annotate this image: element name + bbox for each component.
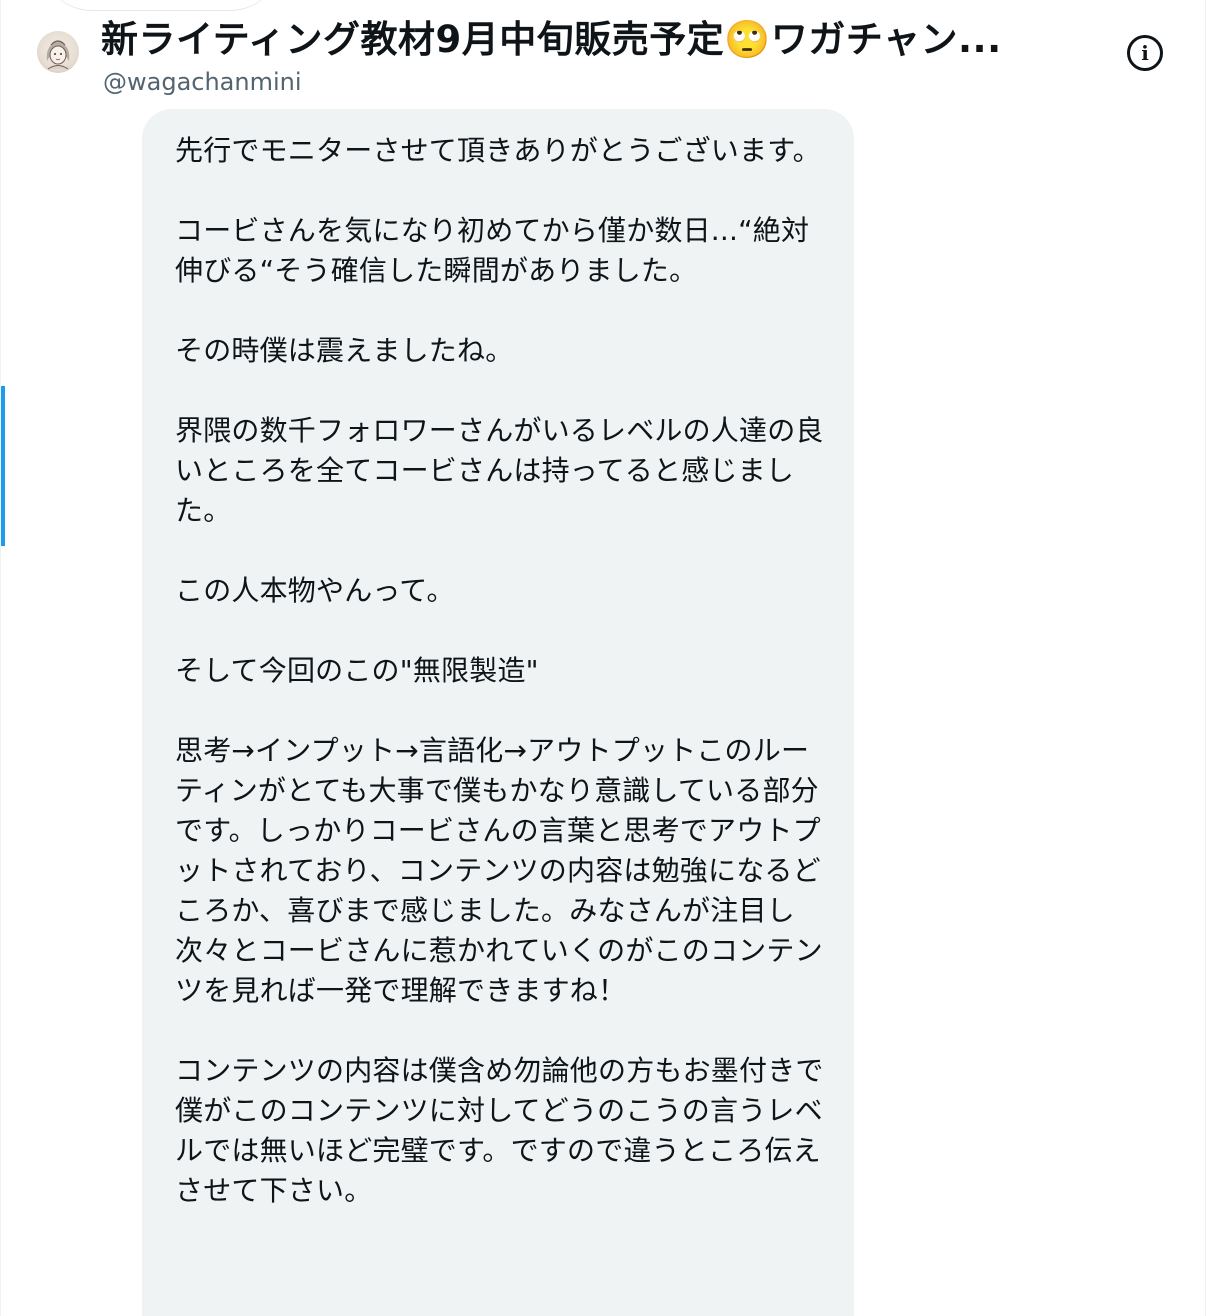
dm-conversation-view: 新ライティング教材9月中旬販売予定🙄ワガチャン... @wagachanmini… xyxy=(0,0,1206,1316)
info-icon[interactable]: i xyxy=(1127,35,1163,71)
info-glyph: i xyxy=(1141,41,1149,65)
conversation-title[interactable]: 新ライティング教材9月中旬販売予定🙄ワガチャン... xyxy=(101,12,1101,68)
scroll-indicator xyxy=(1,386,5,546)
avatar-illustration-icon[interactable] xyxy=(37,31,79,73)
header-divider xyxy=(41,0,281,11)
message-bubble: 先行でモニターさせて頂きありがとうございます。 コービさんを気になり初めてから僅… xyxy=(142,109,854,1316)
message-text: 先行でモニターさせて頂きありがとうございます。 コービさんを気になり初めてから僅… xyxy=(175,134,824,1207)
conversation-handle: @wagachanmini xyxy=(103,68,302,96)
